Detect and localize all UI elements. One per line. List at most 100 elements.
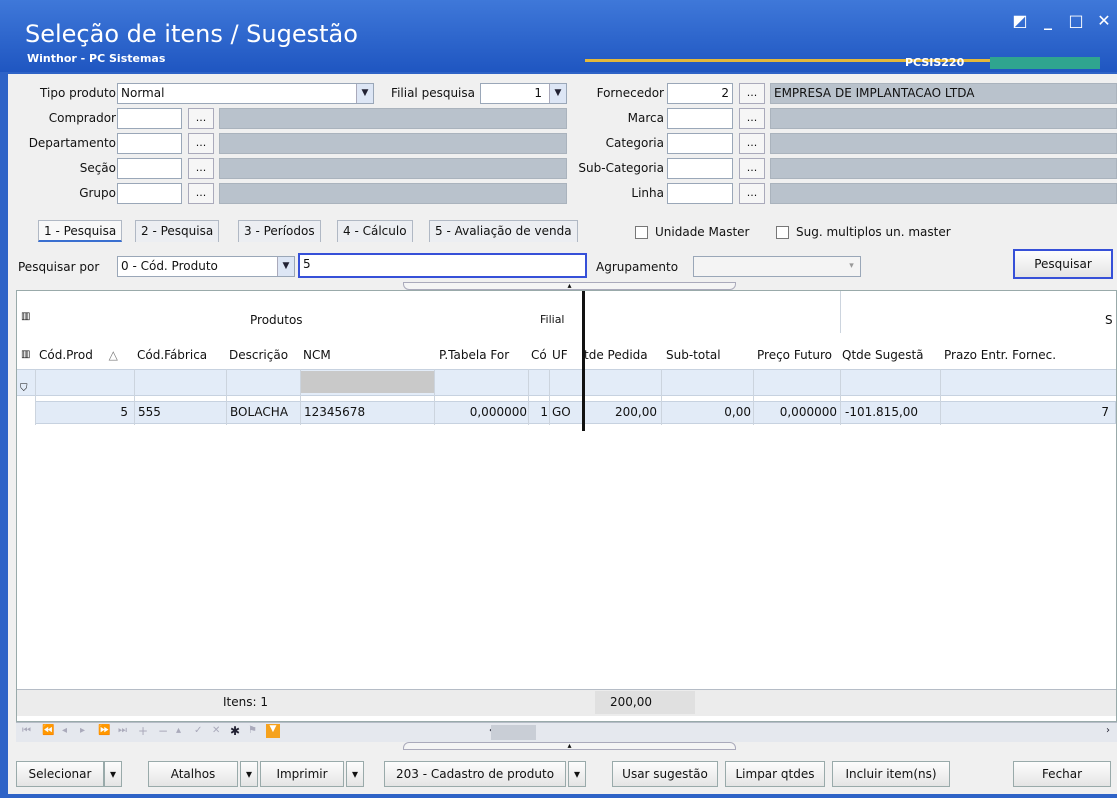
col-cod-fabrica[interactable]: Cód.Fábrica [137, 348, 207, 362]
marca-field[interactable] [667, 108, 733, 129]
col-cod-prod-label: Cód.Prod [39, 348, 93, 362]
col-uf[interactable]: UF [552, 348, 568, 362]
maximize-icon[interactable]: □ [1066, 12, 1086, 32]
edit-record-icon[interactable]: ▴ [176, 725, 181, 736]
application-window: Seleção de itens / Sugestão Winthor - PC… [0, 0, 1117, 798]
fechar-button[interactable]: Fechar [1013, 761, 1111, 787]
atalhos-menu-arrow[interactable]: ▾ [240, 761, 258, 787]
chevron-down-icon[interactable]: ▼ [277, 257, 294, 276]
filial-pesquisa-value: 1 [534, 86, 542, 100]
filial-pesquisa-select[interactable]: 1 ▼ [480, 83, 567, 104]
frozen-column-divider[interactable] [582, 291, 585, 431]
departamento-field[interactable] [117, 133, 182, 154]
search-input[interactable]: 5 [298, 253, 587, 278]
prev-page-icon[interactable]: ⏪ [42, 725, 54, 736]
categoria-field[interactable] [667, 133, 733, 154]
tab-avaliacao-venda[interactable]: 5 - Avaliação de venda [429, 220, 578, 242]
cancel-record-icon[interactable]: ✕ [212, 725, 220, 736]
next-record-icon[interactable]: ▸ [80, 725, 85, 736]
products-grid: ▥ Produtos Filial S ▥ Cód.Prod △ Cód.Fáb… [16, 290, 1117, 722]
col-codigo-filial[interactable]: Có [531, 348, 547, 362]
comprador-lookup-button[interactable]: ... [188, 108, 214, 129]
col-prazo-entr-fornec[interactable]: Prazo Entr. Fornec. [944, 348, 1056, 362]
grupo-lookup-button[interactable]: ... [188, 183, 214, 204]
minimize-icon[interactable]: _ [1038, 12, 1058, 32]
cadastro-produto-button[interactable]: 203 - Cadastro de produto [384, 761, 566, 787]
prev-record-icon[interactable]: ◂ [62, 725, 67, 736]
filter-cell-ncm[interactable] [300, 371, 434, 393]
imprimir-button[interactable]: Imprimir [260, 761, 344, 787]
tipo-produto-select[interactable]: Normal ▼ [117, 83, 374, 104]
subcategoria-field[interactable] [667, 158, 733, 179]
footer-item-count: Itens: 1 [223, 695, 268, 709]
delete-record-icon[interactable]: − [158, 724, 168, 738]
agrupamento-select[interactable]: ▾ [693, 256, 861, 277]
fornecedor-lookup-button[interactable]: ... [739, 83, 765, 104]
table-row[interactable] [35, 401, 1116, 424]
chevron-down-icon[interactable]: ▾ [843, 257, 860, 276]
band-s: S [1105, 313, 1113, 327]
column-menu-icon[interactable]: ▥ [21, 349, 30, 360]
chevron-down-icon[interactable]: ▼ [356, 84, 373, 103]
close-icon[interactable]: ✕ [1094, 12, 1114, 32]
chevron-down-icon[interactable]: ▼ [549, 84, 566, 103]
horizontal-scroll-thumb[interactable] [491, 725, 536, 740]
last-record-icon[interactable]: ⏭ [118, 725, 127, 736]
limpar-qtdes-button[interactable]: Limpar qtdes [725, 761, 825, 787]
subcategoria-lookup-button[interactable]: ... [739, 158, 765, 179]
cadastro-menu-arrow[interactable]: ▾ [568, 761, 586, 787]
bottom-splitter-grip[interactable]: ▴ [403, 742, 736, 750]
col-sub-total[interactable]: Sub-total [666, 348, 721, 362]
tab-pesquisa-2[interactable]: 2 - Pesquisa [135, 220, 220, 242]
col-preco-futuro[interactable]: Preço Futuro [757, 348, 839, 362]
restore-icon[interactable]: ◩ [1010, 12, 1030, 32]
fornecedor-code-field[interactable]: 2 [667, 83, 733, 104]
linha-lookup-button[interactable]: ... [739, 183, 765, 204]
comprador-field[interactable] [117, 108, 182, 129]
departamento-lookup-button[interactable]: ... [188, 133, 214, 154]
incluir-itens-button[interactable]: Incluir item(ns) [832, 761, 950, 787]
col-cod-prod[interactable]: Cód.Prod △ [39, 348, 118, 362]
secao-field[interactable] [117, 158, 182, 179]
grid-footer [17, 689, 1116, 716]
selecionar-menu-arrow[interactable]: ▾ [104, 761, 122, 787]
atalhos-button[interactable]: Atalhos [148, 761, 238, 787]
col-qtde-sugestao[interactable]: Qtde Sugestã [842, 348, 942, 362]
pesquisar-button[interactable]: Pesquisar [1013, 249, 1113, 279]
first-record-icon[interactable]: ⏮ [22, 725, 31, 736]
col-qtde-pedida[interactable]: tde Pedida [584, 348, 657, 362]
imprimir-menu-arrow[interactable]: ▾ [346, 761, 364, 787]
secao-lookup-button[interactable]: ... [188, 158, 214, 179]
pesquisar-por-select[interactable]: 0 - Cód. Produto ▼ [117, 256, 295, 277]
marca-lookup-button[interactable]: ... [739, 108, 765, 129]
categoria-label: Categoria [605, 136, 664, 150]
filter-dropdown-icon[interactable]: ▼ [266, 724, 280, 738]
next-page-icon[interactable]: ⏩ [98, 725, 110, 736]
col-descricao[interactable]: Descrição [229, 348, 288, 362]
refresh-icon[interactable]: ✱ [230, 724, 240, 738]
linha-field[interactable] [667, 183, 733, 204]
add-record-icon[interactable]: + [138, 724, 148, 738]
tab-periodos[interactable]: 3 - Períodos [238, 220, 321, 242]
selecionar-button[interactable]: Selecionar [16, 761, 104, 787]
sug-multiplos-checkbox[interactable] [776, 226, 789, 239]
post-record-icon[interactable]: ✓ [194, 725, 202, 736]
band-produtos: Produtos [250, 313, 303, 327]
comprador-name-field [219, 108, 567, 129]
band-menu-icon[interactable]: ▥ [21, 311, 30, 322]
col-ncm[interactable]: NCM [303, 348, 331, 362]
col-sep [300, 369, 301, 425]
grupo-field[interactable] [117, 183, 182, 204]
categoria-lookup-button[interactable]: ... [739, 133, 765, 154]
filter-icon[interactable]: ⛉ [20, 383, 28, 394]
tab-calculo[interactable]: 4 - Cálculo [337, 220, 413, 242]
col-p-tabela-for[interactable]: P.Tabela For [439, 348, 509, 362]
tab-pesquisa-1[interactable]: 1 - Pesquisa [38, 220, 123, 242]
unidade-master-checkbox[interactable] [635, 226, 648, 239]
usar-sugestao-button[interactable]: Usar sugestão [612, 761, 718, 787]
sort-asc-icon: △ [108, 348, 118, 362]
splitter-grip[interactable]: ▴ [403, 282, 736, 290]
scroll-right-icon[interactable]: › [1106, 725, 1110, 736]
filter-row[interactable] [17, 369, 1116, 396]
bookmark-icon[interactable]: ⚑ [248, 725, 257, 736]
